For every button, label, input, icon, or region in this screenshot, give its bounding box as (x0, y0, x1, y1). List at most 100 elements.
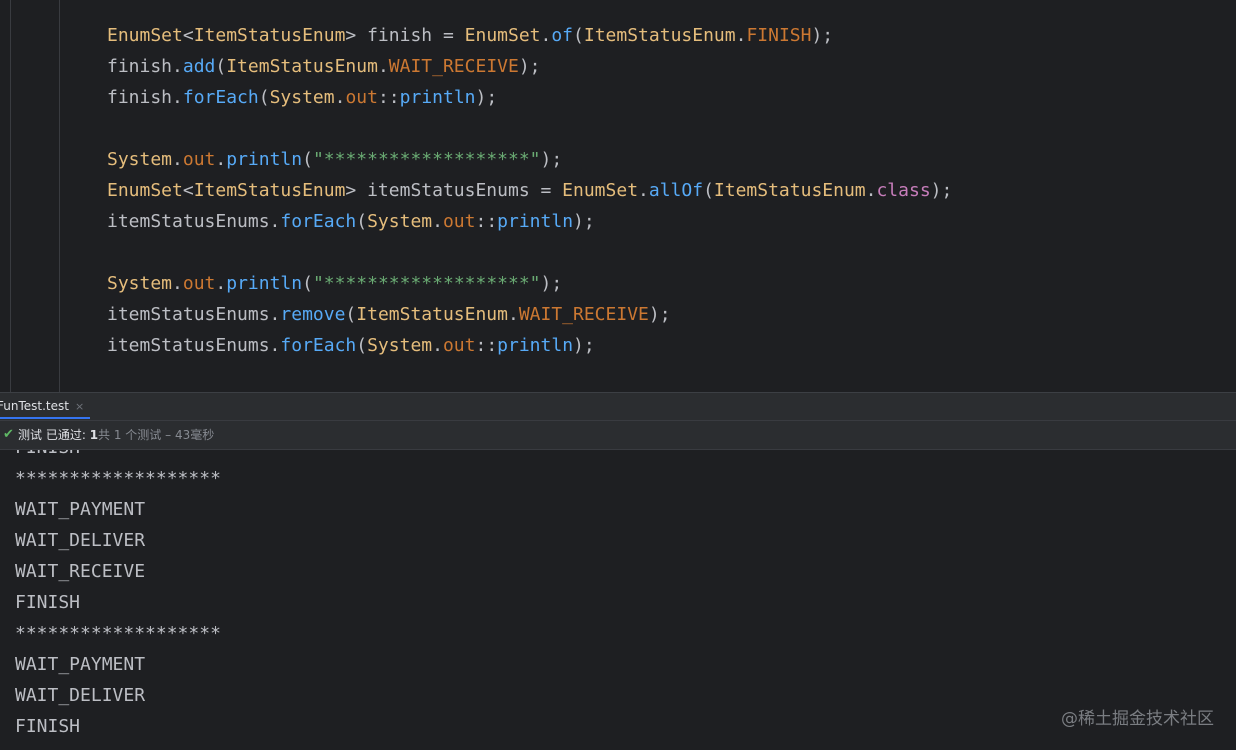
watermark: @稀土掘金技术社区 (1061, 709, 1214, 729)
test-summary: 共 1 个测试 – 43毫秒 (98, 428, 215, 442)
code-token: ); (930, 180, 953, 201)
code-token: "*******************" (312, 149, 541, 170)
code-token: finish. (107, 87, 183, 108)
code-token: EnumSet (562, 180, 639, 201)
indent-guide (59, 0, 60, 392)
code-token: ItemStatusEnum (356, 304, 508, 325)
code-token: < (182, 180, 194, 201)
code-token: ItemStatusEnum (226, 56, 378, 77)
code-token: allOf (648, 180, 704, 201)
code-token: :: (475, 211, 498, 232)
code-token: forEach (182, 87, 259, 108)
code-token: . (215, 273, 227, 294)
code-token: out (442, 211, 476, 232)
code-token: :: (475, 335, 498, 356)
code-token: println (226, 149, 303, 170)
console-line: FINISH (15, 716, 81, 737)
code-editor[interactable]: EnumSet<ItemStatusEnum> finish = EnumSet… (0, 0, 1236, 392)
code-token: ); (475, 87, 498, 108)
code-token: remove (280, 304, 346, 325)
code-token: println (497, 335, 574, 356)
code-token: ( (302, 149, 313, 170)
code-line: itemStatusEnums.remove(ItemStatusEnum.WA… (107, 299, 671, 330)
code-token: ); (540, 273, 563, 294)
code-line: finish.forEach(System.out::println); (107, 82, 497, 113)
code-token: System (367, 211, 433, 232)
code-token: itemStatusEnums. (107, 211, 281, 232)
code-token: ); (573, 211, 595, 232)
code-token: ItemStatusEnum (193, 25, 346, 46)
code-token: EnumSet (464, 25, 541, 46)
code-token: ); (811, 25, 834, 46)
code-token: ); (648, 304, 671, 325)
code-token: . (172, 149, 183, 170)
code-token: println (226, 273, 303, 294)
test-status-text: 测试 已通过: 1共 1 个测试 – 43毫秒 (18, 421, 214, 449)
code-token: . (540, 25, 552, 46)
code-token: . (735, 25, 747, 46)
console-output[interactable]: FINISH ******************* WAIT_PAYMENT WAI… (0, 450, 1236, 750)
code-token: . (334, 87, 346, 108)
code-token: > finish = (345, 25, 465, 46)
code-token: out (345, 87, 378, 108)
code-token: EnumSet (107, 180, 183, 201)
code-token: ( (345, 304, 357, 325)
code-token: ); (540, 149, 563, 170)
code-token: :: (377, 87, 400, 108)
console-line: WAIT_PAYMENT (15, 499, 146, 520)
run-tool-window-tabs: FunTest.test × (0, 392, 1236, 420)
code-token: ( (258, 87, 270, 108)
code-token: ( (215, 56, 227, 77)
code-token: forEach (280, 211, 357, 232)
code-token: System (107, 149, 173, 170)
code-token: . (638, 180, 649, 201)
code-token: . (507, 304, 519, 325)
code-line: EnumSet<ItemStatusEnum> itemStatusEnums … (107, 175, 952, 206)
code-line: System.out.println("*******************"… (107, 144, 562, 175)
code-token: System (269, 87, 335, 108)
code-token: "*******************" (312, 273, 541, 294)
console-line: ******************* (15, 468, 221, 489)
test-passed-count: 1 (89, 428, 99, 442)
code-token: ( (573, 25, 584, 46)
code-token: . (172, 273, 183, 294)
code-token: itemStatusEnums. (107, 335, 281, 356)
run-tab-label: FunTest.test (0, 399, 69, 413)
code-token: . (432, 335, 443, 356)
code-token: add (182, 56, 216, 77)
code-token: ( (703, 180, 714, 201)
console-line: WAIT_DELIVER (15, 530, 146, 551)
code-line: itemStatusEnums.forEach(System.out::prin… (107, 206, 595, 237)
close-icon[interactable]: × (75, 400, 84, 413)
code-token: FINISH (746, 25, 812, 46)
code-token: EnumSet (107, 25, 183, 46)
code-token: of (551, 25, 574, 46)
console-line: WAIT_RECEIVE (15, 561, 146, 582)
code-line: itemStatusEnums.forEach(System.out::prin… (107, 330, 595, 361)
console-line: FINISH (15, 450, 80, 463)
code-token: out (442, 335, 476, 356)
code-token: out (182, 273, 216, 294)
run-tab[interactable]: FunTest.test × (0, 393, 91, 419)
console-line: FINISH (15, 592, 81, 613)
code-line: finish.add(ItemStatusEnum.WAIT_RECEIVE); (107, 51, 541, 82)
code-token: out (182, 149, 216, 170)
code-token: . (377, 56, 389, 77)
code-token: . (432, 211, 443, 232)
code-token: ); (573, 335, 595, 356)
code-token: ItemStatusEnum (193, 180, 346, 201)
code-token: ); (518, 56, 541, 77)
code-token: System (367, 335, 433, 356)
code-token: println (399, 87, 476, 108)
console-line: ******************* (15, 623, 221, 644)
code-line: System.out.println("*******************"… (107, 268, 562, 299)
code-token: println (497, 211, 574, 232)
indent-guide (10, 0, 11, 392)
code-token: WAIT_RECEIVE (518, 304, 649, 325)
check-icon: ✔ (3, 427, 14, 442)
code-token: finish. (107, 56, 183, 77)
code-token: forEach (280, 335, 357, 356)
code-token: ( (302, 273, 313, 294)
test-status-label: 测试 已通过: (18, 428, 90, 442)
code-token: class (876, 180, 931, 201)
